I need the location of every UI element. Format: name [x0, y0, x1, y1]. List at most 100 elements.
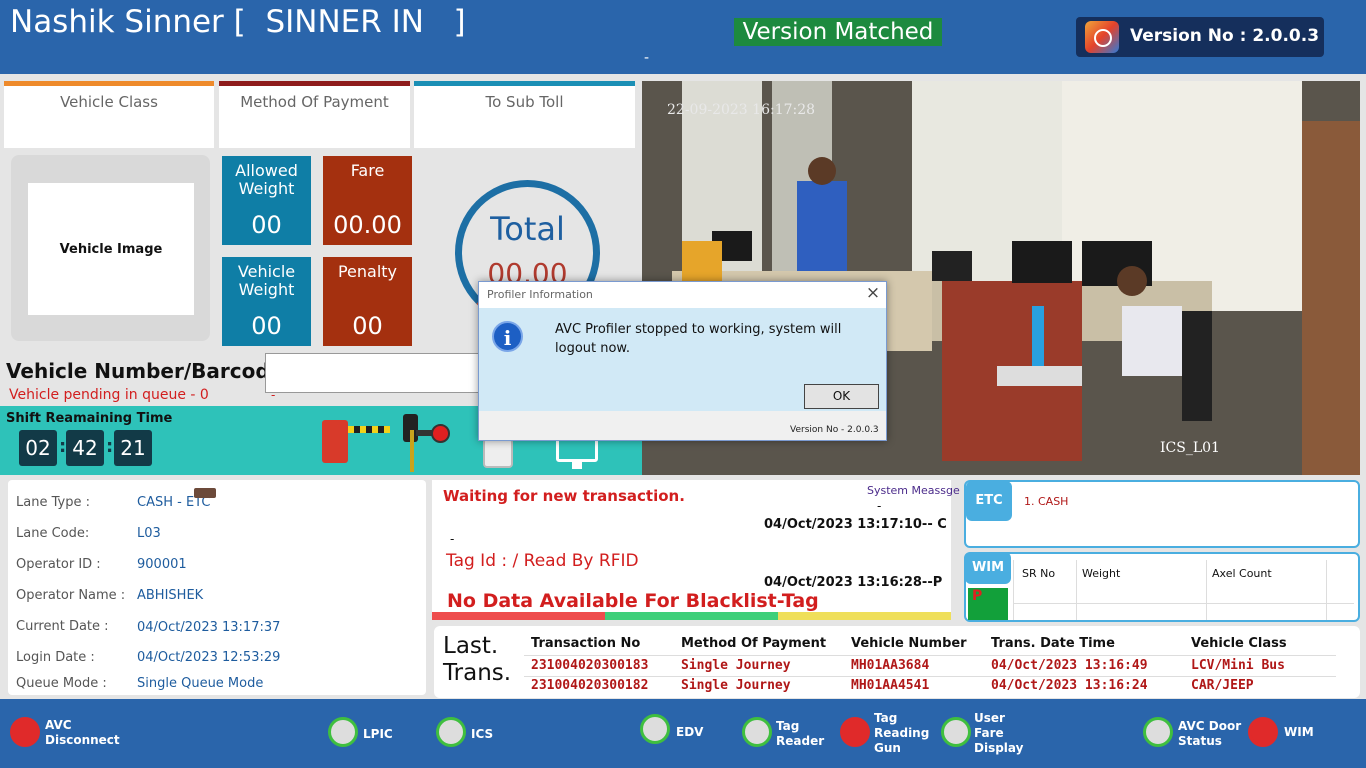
- table-header-line: [524, 655, 1336, 656]
- allowed-weight-label: Allowed Weight: [235, 161, 298, 198]
- col-vehicle-class: Vehicle Class: [1191, 636, 1287, 651]
- vehicle-number-input[interactable]: [265, 353, 480, 393]
- footer-label: ICS: [471, 727, 494, 741]
- footer-label-line: Tag: [874, 711, 898, 725]
- footer-label-line: Tag: [776, 719, 800, 733]
- tag-reading-gun-icon[interactable]: [840, 717, 870, 747]
- wim-col-divider: [1326, 560, 1327, 620]
- status-bar-yellow: [778, 612, 951, 620]
- dialog-message: AVC Profiler stopped to working, system …: [555, 322, 842, 356]
- avc-disconnect-icon[interactable]: [10, 717, 40, 747]
- operator-name-value: ABHISHEK: [137, 588, 204, 603]
- fare-value: 00.00: [333, 211, 402, 239]
- tag-id-message: Tag Id : / Read By RFID: [446, 551, 639, 571]
- lpic-camera-icon[interactable]: [328, 717, 358, 747]
- wim-col-divider: [1206, 560, 1207, 620]
- footer-label-line: Fare: [974, 726, 1004, 740]
- table-cell[interactable]: 231004020300182: [531, 678, 648, 693]
- vehicle-number-label: Vehicle Number/Barcode: [6, 359, 284, 383]
- footer-label-line: Gun: [874, 741, 901, 755]
- table-cell[interactable]: MH01AA4541: [851, 678, 929, 693]
- table-cell[interactable]: Single Journey: [681, 678, 791, 693]
- boom-barrier-icon[interactable]: [322, 420, 348, 463]
- col-transaction-no: Transaction No: [531, 636, 641, 651]
- table-cell[interactable]: 231004020300183: [531, 658, 648, 673]
- footer-label-line: Display: [974, 741, 1024, 755]
- traffic-light-arm-icon: [416, 430, 432, 436]
- tag-reader-icon[interactable]: [742, 717, 772, 747]
- boom-barrier-arm-icon: [348, 426, 390, 433]
- fare-tile: Fare 00.00: [323, 156, 412, 245]
- footer-label: LPIC: [363, 727, 393, 741]
- penalty-tile: Penalty 00: [323, 257, 412, 346]
- col-vehicle-number: Vehicle Number: [851, 636, 967, 651]
- edv-icon[interactable]: [640, 714, 670, 744]
- table-cell[interactable]: LCV/Mini Bus: [1191, 658, 1285, 673]
- footer-label: Tag Reading Gun: [874, 711, 929, 756]
- red-signal-icon: [431, 424, 450, 443]
- allowed-weight-tile: Allowed Weight 00: [222, 156, 311, 245]
- footer-label-line: Reading: [874, 726, 930, 740]
- footer-label-line: User: [974, 711, 1005, 725]
- dialog-close-button[interactable]: ×: [864, 283, 882, 303]
- operator-id-label: Operator ID :: [16, 557, 101, 572]
- method-of-payment-panel[interactable]: Method Of Payment: [219, 81, 410, 148]
- lane-code-label: Lane Code:: [16, 526, 90, 541]
- etc-button[interactable]: ETC: [966, 481, 1012, 521]
- info-icon: i: [492, 321, 523, 352]
- footer-label: AVC Door Status: [1178, 719, 1241, 749]
- wim-row-divider: [1014, 603, 1354, 604]
- camera-timestamp: 22-09-2023 16:17:28: [667, 102, 816, 118]
- queue-mode-value: Single Queue Mode: [137, 676, 264, 691]
- ok-button[interactable]: OK: [804, 384, 879, 409]
- table-cell[interactable]: 04/Oct/2023 13:16:24: [991, 678, 1148, 693]
- wim-icon[interactable]: [1248, 717, 1278, 747]
- vehicle-image: Vehicle Image: [28, 183, 194, 315]
- vehicle-class-panel[interactable]: Vehicle Class: [4, 81, 214, 148]
- wim-col-divider: [1076, 560, 1077, 620]
- camera-name: ICS_L01: [1160, 440, 1220, 456]
- col-method-of-payment: Method Of Payment: [681, 636, 827, 651]
- queue-mode-label: Queue Mode :: [16, 676, 107, 691]
- status-bar-red: [432, 612, 605, 620]
- current-date-label: Current Date :: [16, 619, 109, 634]
- wim-button[interactable]: WIM: [965, 552, 1011, 584]
- ics-camera-icon[interactable]: [436, 717, 466, 747]
- avc-door-status-icon[interactable]: [1143, 717, 1173, 747]
- vehicle-weight-tile: Vehicle Weight 00: [222, 257, 311, 346]
- plaza-title: Nashik Sinner [ SINNER IN ]: [10, 4, 466, 40]
- system-message-label: System Meassge: [867, 484, 960, 497]
- login-date-label: Login Date :: [16, 650, 95, 665]
- queue-pending-text: Vehicle pending in queue - 0: [9, 387, 209, 403]
- shift-minutes: 42: [66, 430, 104, 466]
- table-cell[interactable]: MH01AA3684: [851, 658, 929, 673]
- user-fare-display-icon[interactable]: [941, 717, 971, 747]
- login-date-value: 04/Oct/2023 12:53:29: [137, 650, 281, 665]
- table-row-line: [524, 676, 1336, 677]
- footer-label-line: Disconnect: [45, 733, 120, 747]
- table-cell[interactable]: CAR/JEEP: [1191, 678, 1254, 693]
- printer-icon[interactable]: [483, 438, 513, 468]
- app-logo-icon: [1085, 21, 1119, 53]
- shift-colon: :: [106, 436, 114, 457]
- fare-label: Fare: [350, 161, 385, 180]
- vehicle-weight-value: 00: [251, 312, 282, 340]
- dialog-title: Profiler Information: [487, 288, 593, 301]
- message-timestamp-c: 04/Oct/2023 13:17:10-- C: [764, 517, 947, 532]
- waiting-message: Waiting for new transaction.: [443, 487, 685, 505]
- version-status-badge: Version Matched: [734, 18, 942, 46]
- queue-dash: -: [271, 388, 276, 402]
- table-cell[interactable]: Single Journey: [681, 658, 791, 673]
- wim-table: [1013, 560, 1354, 620]
- status-bar-green: [605, 612, 778, 620]
- to-sub-toll-panel[interactable]: To Sub Toll: [414, 81, 635, 148]
- blacklist-message: No Data Available For Blacklist-Tag: [447, 590, 819, 612]
- lane-type-label: Lane Type :: [16, 495, 90, 510]
- table-cell[interactable]: 04/Oct/2023 13:16:49: [991, 658, 1148, 673]
- message-timestamp-p: 04/Oct/2023 13:16:28--P: [764, 575, 943, 590]
- last-trans-label: Last.: [443, 633, 499, 659]
- footer-label-line: AVC: [45, 718, 72, 732]
- footer-label: AVC Disconnect: [45, 718, 120, 748]
- penalty-value: 00: [352, 312, 383, 340]
- vehicle-weight-label: Vehicle Weight: [237, 262, 296, 299]
